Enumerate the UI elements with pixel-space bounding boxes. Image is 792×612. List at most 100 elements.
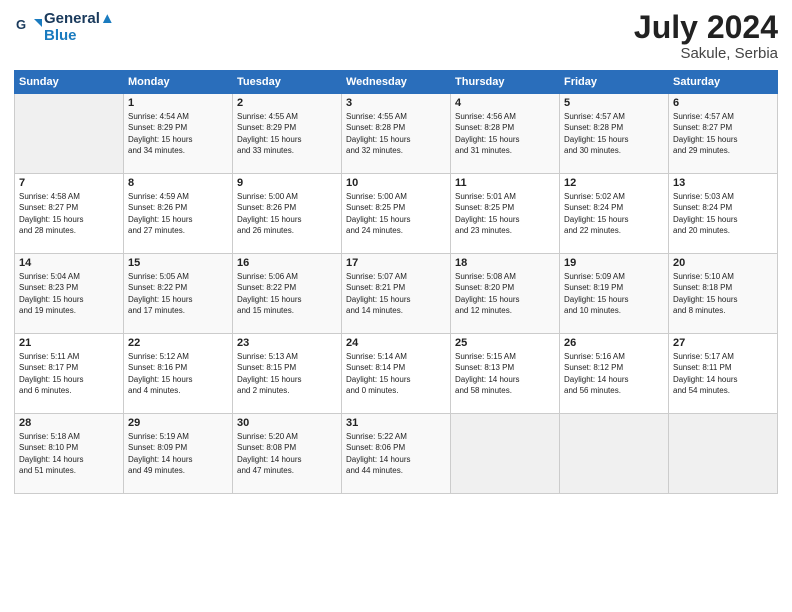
week-row-4: 28 Sunrise: 5:18 AM Sunset: 8:10 PM Dayli… bbox=[15, 414, 778, 494]
calendar-table: SundayMondayTuesdayWednesdayThursdayFrid… bbox=[14, 70, 778, 494]
calendar-cell: 5Sunrise: 4:57 AM Sunset: 8:28 PM Daylig… bbox=[560, 94, 669, 174]
calendar-cell bbox=[669, 414, 778, 494]
calendar-cell: 2Sunrise: 4:55 AM Sunset: 8:29 PM Daylig… bbox=[233, 94, 342, 174]
week-row-3: 21 Sunrise: 5:11 AM Sunset: 8:17 PM Dayli… bbox=[15, 334, 778, 414]
day-number: 14 bbox=[19, 257, 119, 269]
day-info: Sunrise: 4:59 AM Sunset: 8:26 PM Dayligh… bbox=[128, 191, 228, 236]
day-info: Sunrise: 4:55 AM Sunset: 8:29 PM Dayligh… bbox=[237, 111, 337, 156]
day-number: 6 bbox=[673, 97, 773, 109]
calendar-cell: 6 Sunrise: 4:57 AM Sunset: 8:27 PM Daylig… bbox=[669, 94, 778, 174]
day-number: 4 bbox=[455, 97, 555, 109]
day-number: 27 bbox=[673, 337, 773, 349]
day-number: 28 bbox=[19, 417, 119, 429]
day-number: 16 bbox=[237, 257, 337, 269]
day-info: Sunrise: 5:12 AM Sunset: 8:16 PM Dayligh… bbox=[128, 351, 228, 396]
week-row-0: 1Sunrise: 4:54 AM Sunset: 8:29 PM Daylig… bbox=[15, 94, 778, 174]
calendar-cell: 4 Sunrise: 4:56 AM Sunset: 8:28 PM Daylig… bbox=[451, 94, 560, 174]
day-number: 29 bbox=[128, 417, 228, 429]
logo-text: General▲ Blue bbox=[44, 10, 115, 44]
calendar-cell: 25Sunrise: 5:15 AM Sunset: 8:13 PM Dayli… bbox=[451, 334, 560, 414]
day-number: 3 bbox=[346, 97, 446, 109]
calendar-cell: 16Sunrise: 5:06 AM Sunset: 8:22 PM Dayli… bbox=[233, 254, 342, 334]
col-header-sunday: Sunday bbox=[15, 71, 124, 94]
day-info: Sunrise: 5:13 AM Sunset: 8:15 PM Dayligh… bbox=[237, 351, 337, 396]
calendar-cell: 30 Sunrise: 5:20 AM Sunset: 8:08 PM Dayli… bbox=[233, 414, 342, 494]
day-number: 30 bbox=[237, 417, 337, 429]
svg-text:G: G bbox=[16, 17, 26, 32]
calendar-cell: 14 Sunrise: 5:04 AM Sunset: 8:23 PM Dayli… bbox=[15, 254, 124, 334]
day-number: 15 bbox=[128, 257, 228, 269]
day-number: 9 bbox=[237, 177, 337, 189]
calendar-cell: 3 Sunrise: 4:55 AM Sunset: 8:28 PM Daylig… bbox=[342, 94, 451, 174]
day-info: Sunrise: 5:00 AM Sunset: 8:25 PM Dayligh… bbox=[346, 191, 446, 236]
calendar-cell: 26 Sunrise: 5:16 AM Sunset: 8:12 PM Dayli… bbox=[560, 334, 669, 414]
logo-icon: G bbox=[14, 13, 42, 41]
day-info: Sunrise: 5:02 AM Sunset: 8:24 PM Dayligh… bbox=[564, 191, 664, 236]
day-number: 11 bbox=[455, 177, 555, 189]
day-info: Sunrise: 5:10 AM Sunset: 8:18 PM Dayligh… bbox=[673, 271, 773, 316]
calendar-cell: 29 Sunrise: 5:19 AM Sunset: 8:09 PM Dayli… bbox=[124, 414, 233, 494]
day-number: 22 bbox=[128, 337, 228, 349]
day-number: 13 bbox=[673, 177, 773, 189]
day-info: Sunrise: 4:57 AM Sunset: 8:27 PM Dayligh… bbox=[673, 111, 773, 156]
day-number: 24 bbox=[346, 337, 446, 349]
calendar-cell: 17 Sunrise: 5:07 AM Sunset: 8:21 PM Dayli… bbox=[342, 254, 451, 334]
calendar-cell: 13 Sunrise: 5:03 AM Sunset: 8:24 PM Dayli… bbox=[669, 174, 778, 254]
col-header-tuesday: Tuesday bbox=[233, 71, 342, 94]
week-row-2: 14 Sunrise: 5:04 AM Sunset: 8:23 PM Dayli… bbox=[15, 254, 778, 334]
day-number: 20 bbox=[673, 257, 773, 269]
day-number: 7 bbox=[19, 177, 119, 189]
day-info: Sunrise: 5:19 AM Sunset: 8:09 PM Dayligh… bbox=[128, 431, 228, 476]
day-info: Sunrise: 5:00 AM Sunset: 8:26 PM Dayligh… bbox=[237, 191, 337, 236]
day-info: Sunrise: 5:16 AM Sunset: 8:12 PM Dayligh… bbox=[564, 351, 664, 396]
day-number: 21 bbox=[19, 337, 119, 349]
day-number: 25 bbox=[455, 337, 555, 349]
header-row: G General▲ Blue July 2024 Sakule, Serbia bbox=[14, 10, 778, 62]
day-info: Sunrise: 4:56 AM Sunset: 8:28 PM Dayligh… bbox=[455, 111, 555, 156]
col-header-monday: Monday bbox=[124, 71, 233, 94]
day-number: 26 bbox=[564, 337, 664, 349]
calendar-cell: 28 Sunrise: 5:18 AM Sunset: 8:10 PM Dayli… bbox=[15, 414, 124, 494]
calendar-cell: 27Sunrise: 5:17 AM Sunset: 8:11 PM Dayli… bbox=[669, 334, 778, 414]
day-info: Sunrise: 5:14 AM Sunset: 8:14 PM Dayligh… bbox=[346, 351, 446, 396]
calendar-cell: 9 Sunrise: 5:00 AM Sunset: 8:26 PM Daylig… bbox=[233, 174, 342, 254]
calendar-cell: 1Sunrise: 4:54 AM Sunset: 8:29 PM Daylig… bbox=[124, 94, 233, 174]
location: Sakule, Serbia bbox=[634, 45, 778, 62]
day-number: 17 bbox=[346, 257, 446, 269]
day-info: Sunrise: 5:20 AM Sunset: 8:08 PM Dayligh… bbox=[237, 431, 337, 476]
calendar-container: G General▲ Blue July 2024 Sakule, Serbia… bbox=[0, 0, 792, 612]
calendar-cell: 15 Sunrise: 5:05 AM Sunset: 8:22 PM Dayli… bbox=[124, 254, 233, 334]
day-info: Sunrise: 5:11 AM Sunset: 8:17 PM Dayligh… bbox=[19, 351, 119, 396]
week-row-1: 7 Sunrise: 4:58 AM Sunset: 8:27 PM Daylig… bbox=[15, 174, 778, 254]
logo: G General▲ Blue bbox=[14, 10, 115, 44]
calendar-cell bbox=[15, 94, 124, 174]
day-info: Sunrise: 5:01 AM Sunset: 8:25 PM Dayligh… bbox=[455, 191, 555, 236]
calendar-cell: 18Sunrise: 5:08 AM Sunset: 8:20 PM Dayli… bbox=[451, 254, 560, 334]
calendar-cell: 21 Sunrise: 5:11 AM Sunset: 8:17 PM Dayli… bbox=[15, 334, 124, 414]
day-info: Sunrise: 5:08 AM Sunset: 8:20 PM Dayligh… bbox=[455, 271, 555, 316]
month-year: July 2024 bbox=[634, 10, 778, 45]
day-info: Sunrise: 5:03 AM Sunset: 8:24 PM Dayligh… bbox=[673, 191, 773, 236]
day-info: Sunrise: 5:22 AM Sunset: 8:06 PM Dayligh… bbox=[346, 431, 446, 476]
calendar-cell: 20 Sunrise: 5:10 AM Sunset: 8:18 PM Dayli… bbox=[669, 254, 778, 334]
calendar-cell: 31 Sunrise: 5:22 AM Sunset: 8:06 PM Dayli… bbox=[342, 414, 451, 494]
day-info: Sunrise: 5:04 AM Sunset: 8:23 PM Dayligh… bbox=[19, 271, 119, 316]
calendar-cell: 19 Sunrise: 5:09 AM Sunset: 8:19 PM Dayli… bbox=[560, 254, 669, 334]
day-number: 31 bbox=[346, 417, 446, 429]
day-number: 23 bbox=[237, 337, 337, 349]
col-header-friday: Friday bbox=[560, 71, 669, 94]
day-info: Sunrise: 5:09 AM Sunset: 8:19 PM Dayligh… bbox=[564, 271, 664, 316]
calendar-cell: 24 Sunrise: 5:14 AM Sunset: 8:14 PM Dayli… bbox=[342, 334, 451, 414]
day-info: Sunrise: 4:58 AM Sunset: 8:27 PM Dayligh… bbox=[19, 191, 119, 236]
col-header-thursday: Thursday bbox=[451, 71, 560, 94]
day-info: Sunrise: 5:05 AM Sunset: 8:22 PM Dayligh… bbox=[128, 271, 228, 316]
day-info: Sunrise: 5:18 AM Sunset: 8:10 PM Dayligh… bbox=[19, 431, 119, 476]
day-info: Sunrise: 4:57 AM Sunset: 8:28 PM Dayligh… bbox=[564, 111, 664, 156]
calendar-cell bbox=[560, 414, 669, 494]
day-info: Sunrise: 4:55 AM Sunset: 8:28 PM Dayligh… bbox=[346, 111, 446, 156]
title-block: July 2024 Sakule, Serbia bbox=[634, 10, 778, 62]
day-info: Sunrise: 5:07 AM Sunset: 8:21 PM Dayligh… bbox=[346, 271, 446, 316]
day-number: 19 bbox=[564, 257, 664, 269]
calendar-cell: 23 Sunrise: 5:13 AM Sunset: 8:15 PM Dayli… bbox=[233, 334, 342, 414]
calendar-cell: 22 Sunrise: 5:12 AM Sunset: 8:16 PM Dayli… bbox=[124, 334, 233, 414]
